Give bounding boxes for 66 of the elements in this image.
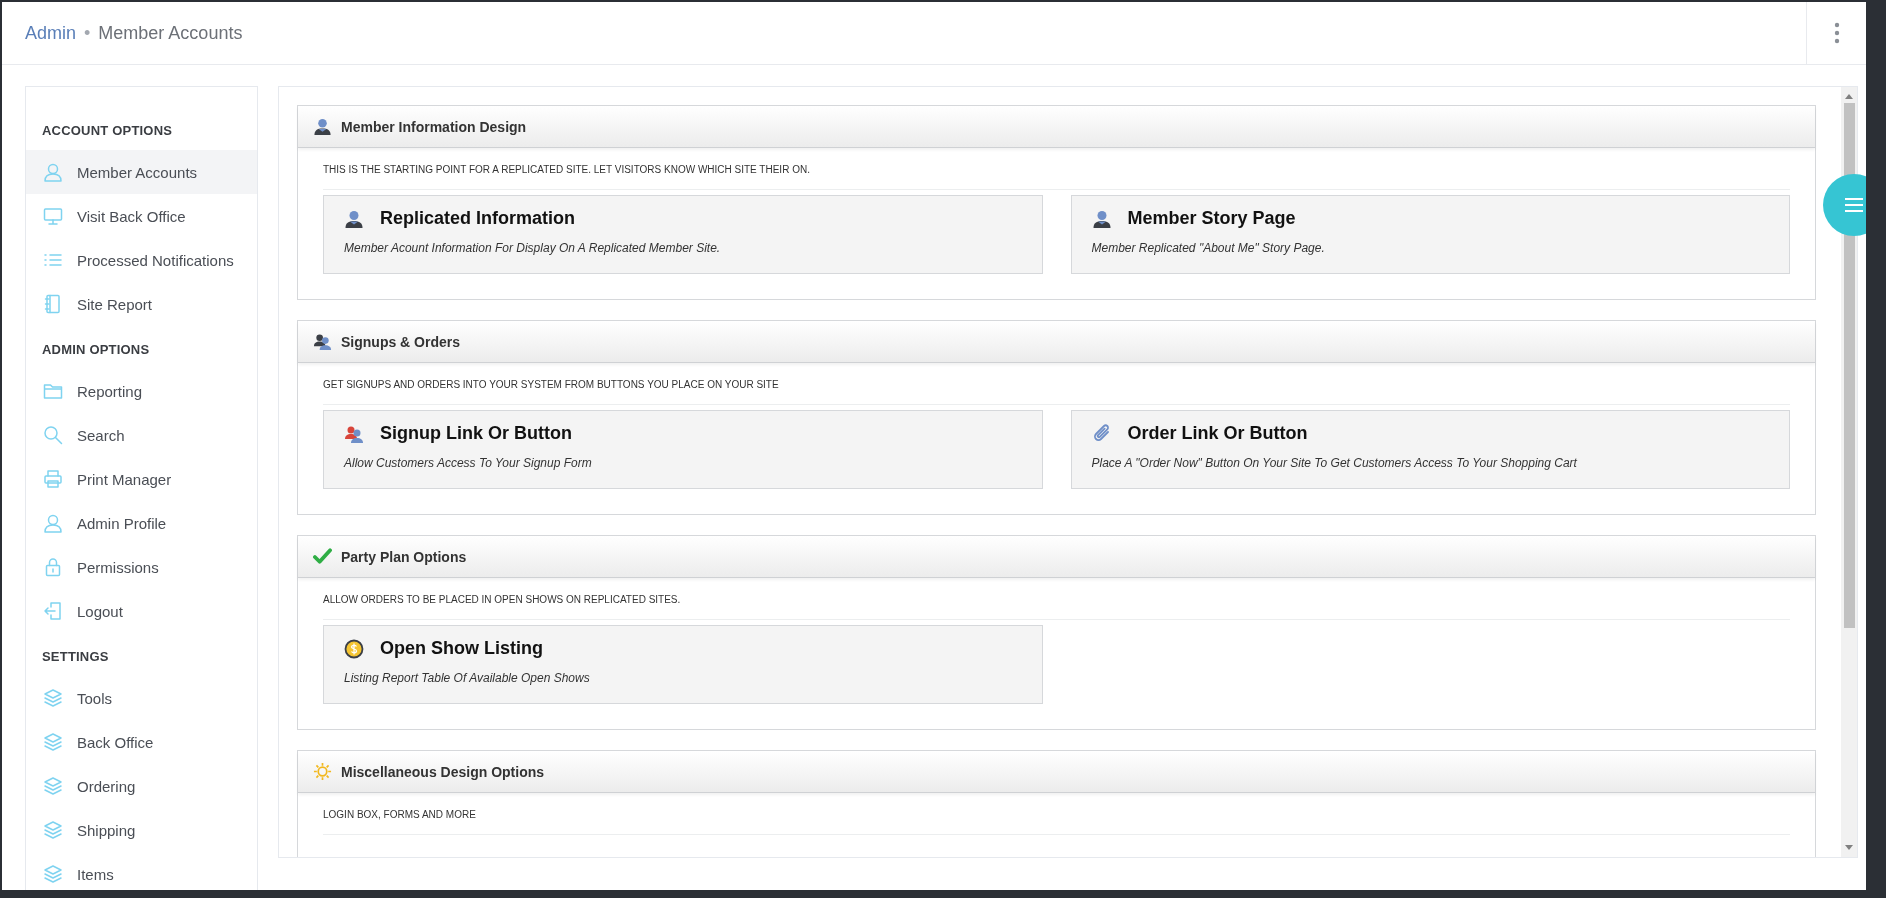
option-card[interactable]: Replicated Information Member Acount Information For Display On A Replicated Member Site. — [323, 195, 1043, 274]
coin-icon — [344, 638, 364, 659]
page-title: Member Accounts — [98, 22, 243, 44]
person-icon — [344, 208, 364, 229]
sidebar-heading: ACCOUNT OPTIONS — [41, 122, 174, 140]
sidebar-item[interactable]: Site Report — [26, 282, 257, 326]
kebab-menu-icon — [1833, 22, 1840, 44]
lock-icon — [43, 557, 63, 577]
search-icon — [43, 425, 63, 445]
sidebar-item[interactable]: Print Manager — [26, 457, 257, 501]
sidebar-item[interactable]: Processed Notifications — [26, 238, 257, 282]
logout-icon — [43, 601, 63, 621]
section-header: Party Plan Options — [298, 536, 1815, 578]
sidebar-item[interactable]: Member Accounts — [26, 150, 257, 194]
sidebar-item[interactable]: Admin Profile — [26, 501, 257, 545]
person-icon — [313, 117, 332, 136]
option-card[interactable]: Signup Link Or Button Allow Customers Access To Your Signup Form — [323, 410, 1043, 489]
sun-icon — [313, 762, 332, 781]
section-header: Miscellaneous Design Options — [298, 751, 1815, 793]
sidebar-item[interactable]: Shipping — [26, 808, 257, 852]
section-description: THIS IS THE STARTING POINT FOR A REPLICATED SITE. LET VISITORS KNOW WHICH SITE THEIR ON. — [323, 164, 1790, 190]
option-card[interactable]: Order Link Or Button Place A "Order Now" Button On Your Site To Get Customers Access To Your Shopping Cart — [1070, 410, 1790, 489]
check-icon — [313, 547, 332, 566]
folder-icon — [43, 381, 63, 401]
person-icon — [1091, 208, 1112, 229]
option-card[interactable]: Open Show Listing Listing Report Table Of Available Open Shows — [323, 625, 1043, 704]
sidebar-item[interactable]: Ordering — [26, 764, 257, 808]
layers-icon — [43, 864, 63, 884]
section-header: Signups & Orders — [298, 321, 1815, 363]
sidebar-item[interactable]: Tools — [26, 676, 257, 720]
section-description: ALLOW ORDERS TO BE PLACED IN OPEN SHOWS ON REPLICATED SITES. — [323, 594, 1790, 620]
paperclip-icon — [1091, 423, 1112, 444]
notebook-icon — [43, 294, 63, 314]
scrollbar[interactable] — [1841, 87, 1857, 857]
scroll-up-icon — [1845, 93, 1853, 99]
layers-icon — [43, 688, 63, 708]
menu-icon — [1844, 197, 1864, 213]
layers-icon — [43, 732, 63, 752]
sidebar-item[interactable]: Items — [26, 852, 257, 890]
card-description: Listing Report Table Of Available Open Shows — [344, 671, 591, 685]
sidebar-item[interactable]: Reporting — [26, 369, 257, 413]
card-description: Place A "Order Now" Button On Your Site To Get Customers Access To Your Shopping Cart — [1091, 456, 1578, 470]
section-header: Member Information Design — [298, 106, 1815, 148]
card-description: Allow Customers Access To Your Signup Form — [344, 456, 593, 470]
sidebar-item[interactable]: Logout — [26, 589, 257, 633]
sidebar-item[interactable]: Visit Back Office — [26, 194, 257, 238]
printer-icon — [43, 469, 63, 489]
user-icon — [43, 162, 63, 182]
monitor-icon — [43, 206, 63, 226]
scroll-down-icon — [1845, 845, 1853, 851]
option-card[interactable]: Member Story Page Member Replicated "About Me" Story Page. — [1070, 195, 1790, 274]
layers-icon — [43, 820, 63, 840]
sidebar-item[interactable]: Back Office — [26, 720, 257, 764]
breadcrumb-separator: • — [84, 22, 91, 44]
people-icon — [313, 332, 332, 351]
card-description: Member Replicated "About Me" Story Page. — [1091, 241, 1326, 255]
section-description: GET SIGNUPS AND ORDERS INTO YOUR SYSTEM FROM BUTTONS YOU PLACE ON YOUR SITE — [323, 379, 1790, 405]
sidebar-item[interactable]: Permissions — [26, 545, 257, 589]
sidebar-heading: SETTINGS — [41, 648, 110, 666]
sidebar-item[interactable]: Search — [26, 413, 257, 457]
sidebar-heading: ADMIN OPTIONS — [41, 341, 151, 359]
card-description: Member Acount Information For Display On A Replicated Member Site. — [344, 241, 722, 255]
section-description: LOGIN BOX, FORMS AND MORE — [323, 809, 1790, 835]
breadcrumb-link[interactable]: Admin — [25, 22, 77, 44]
layers-icon — [43, 776, 63, 796]
user-icon — [43, 513, 63, 533]
